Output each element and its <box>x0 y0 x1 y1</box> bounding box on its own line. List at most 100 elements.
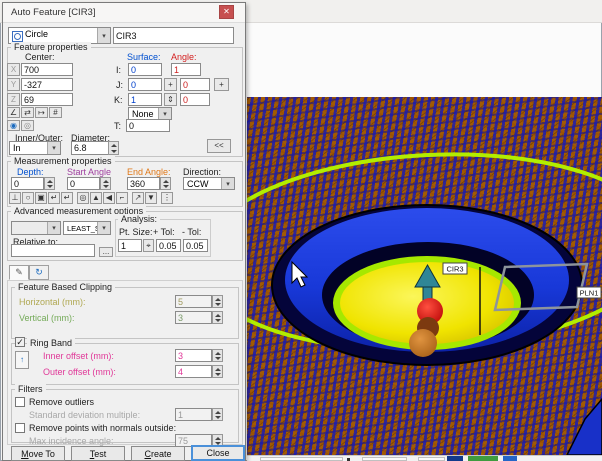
inner-offset-input[interactable] <box>175 349 212 362</box>
minus-tol-input[interactable] <box>183 239 208 252</box>
close-button[interactable]: ✕ <box>219 5 234 19</box>
center-x-input[interactable] <box>21 63 73 76</box>
strategy-filter-icon[interactable]: ▼ <box>145 192 157 204</box>
plus-tol-input[interactable] <box>156 239 181 252</box>
pt-size-target-icon[interactable]: ⌖ <box>143 239 154 252</box>
strategy-circle-icon[interactable]: ○ <box>22 192 34 204</box>
remove-outliers-checkbox[interactable] <box>15 397 25 407</box>
inner-offset-spinner[interactable] <box>212 349 223 362</box>
surface-j-input[interactable] <box>128 78 162 91</box>
depth-input[interactable] <box>11 177 44 190</box>
chevron-down-icon: ▾ <box>97 222 110 234</box>
depth-spinner[interactable] <box>44 177 55 190</box>
feature-name-input[interactable] <box>113 27 234 44</box>
z-axis-button[interactable]: Z <box>7 93 20 106</box>
pt-size-input[interactable] <box>118 239 142 252</box>
plane-feature-tag[interactable]: PLN1 <box>577 287 601 298</box>
surface-i-input[interactable] <box>128 63 162 76</box>
std-dev-label: Standard deviation multiple: <box>29 410 140 421</box>
center-y-input[interactable] <box>21 78 73 91</box>
snap-angle-icon[interactable]: ∠ <box>7 107 20 118</box>
j-label: J: <box>116 80 123 91</box>
test-label: Test <box>72 449 124 459</box>
circle-feature-tag[interactable]: CIR3 <box>443 263 467 274</box>
browse-button[interactable]: ... <box>99 247 113 257</box>
t-value-input[interactable] <box>126 119 170 132</box>
auto-feature-dialog: Auto Feature [CIR3] ✕ Circle ▾ Feature p… <box>2 2 246 461</box>
end-angle-input[interactable] <box>127 177 160 190</box>
surface-vector-adjust-button[interactable]: + <box>164 78 177 91</box>
strategy-touch-icon[interactable]: ▲ <box>90 192 102 204</box>
strategy-retract-icon[interactable]: ⌐ <box>116 192 128 204</box>
dialog-titlebar[interactable]: Auto Feature [CIR3] ✕ <box>3 3 245 23</box>
test-button[interactable]: Test <box>71 446 125 461</box>
inner-outer-dropdown[interactable]: In ▾ <box>9 141 61 155</box>
close-dialog-button[interactable]: Close <box>191 445 245 461</box>
tab-refresh[interactable]: ↻ <box>29 265 49 280</box>
x-axis-button[interactable]: X <box>7 63 20 76</box>
diameter-input[interactable] <box>71 141 109 155</box>
fit-option-empty <box>12 222 47 234</box>
end-angle-spinner[interactable] <box>160 177 171 190</box>
clip-horizontal-spinner[interactable] <box>212 295 223 308</box>
collapse-button[interactable]: << <box>207 139 231 153</box>
angle-vector-adjust-button[interactable]: + <box>214 78 229 91</box>
mode-alt-radio-icon[interactable]: ◎ <box>21 120 34 131</box>
diameter-spinner[interactable] <box>108 141 119 155</box>
strategy-box-icon[interactable]: ▣ <box>35 192 47 204</box>
surface-k-input[interactable] <box>128 93 162 106</box>
strategy-path2-icon[interactable]: ↵ <box>61 192 73 204</box>
analysis-legend: Analysis: <box>118 214 160 224</box>
strategy-scan-icon[interactable]: ↗ <box>132 192 144 204</box>
shift-axis-icon[interactable]: ↦ <box>35 107 48 118</box>
dialog-title: Auto Feature [CIR3] <box>11 7 95 18</box>
mode-selected-radio-icon[interactable]: ◉ <box>7 120 20 131</box>
remove-normals-checkbox[interactable] <box>15 423 25 433</box>
y-axis-button[interactable]: Y <box>7 78 20 91</box>
inner-offset-label: Inner offset (mm): <box>43 351 114 362</box>
vector-flip-button[interactable]: ⇕ <box>164 93 177 106</box>
measurement-properties-legend: Measurement properties <box>11 156 115 166</box>
tab-scan-settings[interactable]: ✎ <box>9 265 29 280</box>
status-badge-green <box>468 456 498 461</box>
sample-mode-value: None <box>129 108 158 119</box>
direction-dropdown[interactable]: CCW ▾ <box>183 177 235 190</box>
strategy-probe-icon[interactable]: ◎ <box>77 192 89 204</box>
angle-j-input[interactable] <box>180 78 210 91</box>
outer-offset-spinner[interactable] <box>212 365 223 378</box>
application-window: CIR3 PLN1 Auto Feature [CIR3] ✕ <box>0 0 602 461</box>
remove-outliers-label: Remove outliers <box>29 397 94 408</box>
chevron-down-icon: ▾ <box>221 178 234 189</box>
viewport-scene: CIR3 PLN1 <box>247 97 602 455</box>
std-dev-spinner[interactable] <box>212 408 223 421</box>
strategy-perpendicular-icon[interactable]: ⊥ <box>9 192 21 204</box>
close-label: Close <box>206 448 229 458</box>
i-label: I: <box>116 65 121 76</box>
strategy-more-icon[interactable]: ⋮ <box>161 192 173 204</box>
algorithm-dropdown[interactable]: LEAST_SQR ▾ <box>63 221 111 235</box>
strategy-approach-icon[interactable]: ◀ <box>103 192 115 204</box>
svg-text:PLN1: PLN1 <box>580 289 599 298</box>
create-label: Create <box>132 449 184 459</box>
outer-offset-input[interactable] <box>175 365 212 378</box>
angle-i-input[interactable] <box>171 63 201 76</box>
relative-to-input[interactable] <box>11 244 95 257</box>
t-label: T: <box>114 121 121 132</box>
clip-vertical-spinner[interactable] <box>212 311 223 324</box>
start-angle-input[interactable] <box>67 177 100 190</box>
pt-size-label: Pt. Size: <box>119 227 153 238</box>
angle-k-input[interactable] <box>180 93 210 106</box>
check-icon: ✓ <box>16 337 24 347</box>
ring-band-direction-icon[interactable]: ↑ <box>15 351 29 369</box>
feature-properties-legend: Feature properties <box>11 42 91 52</box>
create-button[interactable]: Create <box>131 446 185 461</box>
status-field <box>362 457 407 461</box>
center-z-input[interactable] <box>21 93 73 106</box>
ring-band-checkbox[interactable]: ✓ <box>15 337 25 347</box>
strategy-path1-icon[interactable]: ↵ <box>48 192 60 204</box>
grid-icon[interactable]: # <box>49 107 62 118</box>
move-to-button[interactable]: Move To <box>11 446 65 461</box>
start-angle-spinner[interactable] <box>100 177 111 190</box>
3d-viewport[interactable]: CIR3 PLN1 <box>247 97 602 455</box>
workplane-icon[interactable]: ⇄ <box>21 107 34 118</box>
